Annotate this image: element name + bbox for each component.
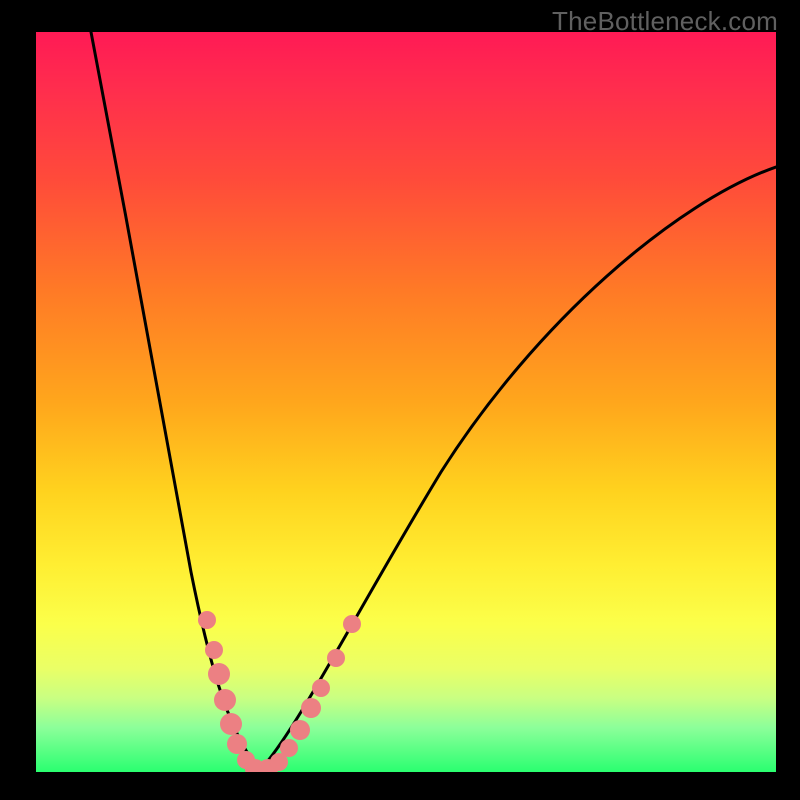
chart-plot-area [36, 32, 776, 772]
chart-svg [36, 32, 776, 772]
marker-dot [208, 663, 230, 685]
marker-group [198, 611, 361, 772]
marker-dot [280, 739, 298, 757]
marker-dot [343, 615, 361, 633]
marker-dot [327, 649, 345, 667]
chart-frame: TheBottleneck.com [0, 0, 800, 800]
watermark-text: TheBottleneck.com [552, 6, 778, 37]
marker-dot [290, 720, 310, 740]
marker-dot [220, 713, 242, 735]
marker-dot [214, 689, 236, 711]
curve-right-branch [260, 167, 776, 770]
marker-dot [227, 734, 247, 754]
marker-dot [301, 698, 321, 718]
marker-dot [205, 641, 223, 659]
marker-dot [312, 679, 330, 697]
marker-dot [198, 611, 216, 629]
curve-left-branch [91, 32, 260, 770]
